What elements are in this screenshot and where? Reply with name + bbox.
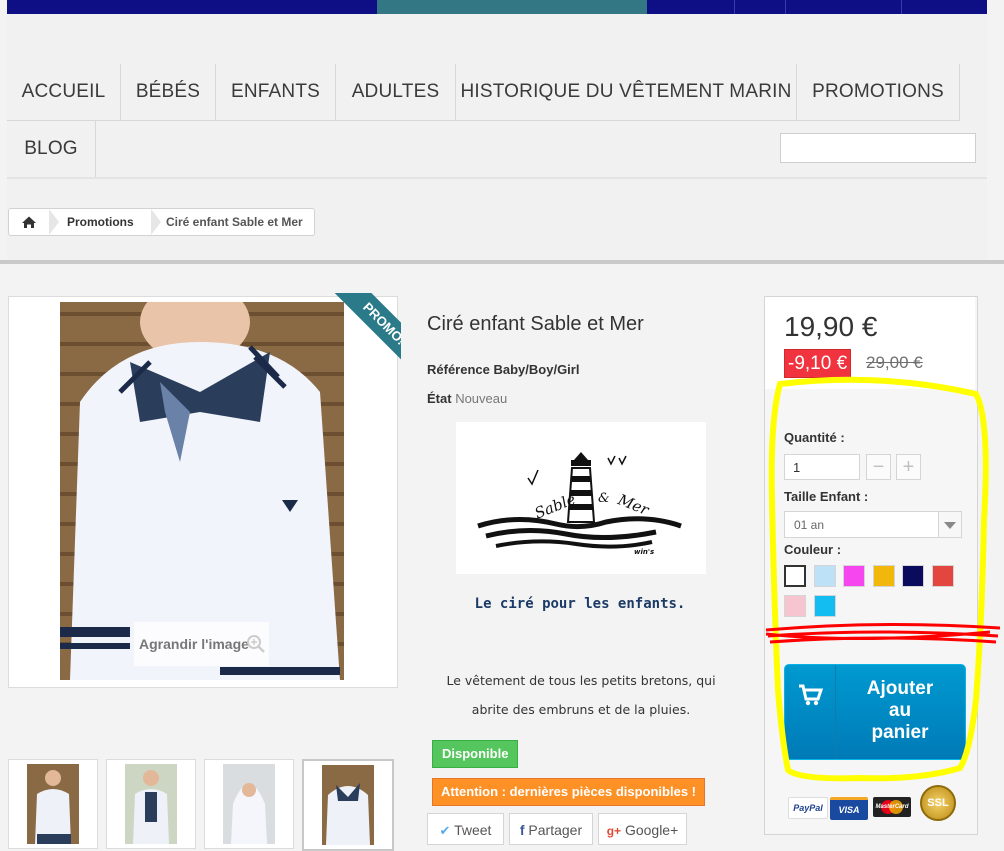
promo-badge: PROMO!	[332, 293, 401, 376]
add-to-cart-line: au	[888, 700, 912, 721]
menu-item-bebes[interactable]: BÉBÉS	[121, 64, 216, 121]
facebook-icon: f	[519, 822, 525, 838]
brand-logo: Sable & Mer win's	[456, 422, 706, 574]
top-bar-active-segment[interactable]	[377, 0, 647, 14]
add-to-cart-label: Ajouter au panier	[835, 678, 965, 744]
enlarge-image-label: Agrandir l'image	[139, 636, 249, 652]
zoom-icon	[247, 635, 265, 653]
logo-text-right: Mer	[614, 490, 652, 519]
add-to-cart-line: panier	[871, 722, 929, 743]
top-bar-divider	[785, 0, 786, 14]
breadcrumb-separator	[151, 209, 161, 235]
quantity-plus-button[interactable]: +	[896, 454, 921, 480]
top-bar-divider	[734, 0, 735, 14]
old-price: 29,00 €	[866, 353, 923, 372]
thumbnail-image	[27, 764, 79, 844]
top-bar-divider	[901, 0, 902, 14]
size-select-value: 01 an	[794, 518, 825, 532]
menu-item-accueil[interactable]: ACCUEIL	[7, 64, 121, 121]
menu-item-historique[interactable]: HISTORIQUE DU VÊTEMENT MARIN	[456, 64, 797, 121]
google-plus-label: Google+	[624, 822, 679, 838]
search-input[interactable]	[780, 133, 976, 163]
reference-value: Baby/Boy/Girl	[493, 362, 580, 377]
description-line: Le vêtement de tous les petits bretons, …	[446, 673, 716, 688]
color-swatch[interactable]	[784, 595, 806, 617]
chevron-down-icon	[938, 512, 961, 537]
add-to-cart-line: Ajouter	[866, 678, 934, 699]
thumbnail-image	[125, 764, 177, 844]
mastercard-label: MasterCard	[875, 804, 909, 810]
paypal-logo: PayPal	[788, 797, 828, 819]
reference-label: Référence	[427, 362, 490, 377]
menu-item-blog[interactable]: BLOG	[7, 121, 96, 178]
visa-logo: VISA	[830, 797, 868, 820]
color-label: Couleur :	[784, 542, 842, 557]
quantity-input[interactable]: 1	[784, 454, 860, 480]
size-label: Taille Enfant :	[784, 489, 869, 504]
product-condition: État Nouveau	[427, 391, 507, 406]
thumbnail-image	[322, 765, 374, 845]
google-plus-icon: g+	[606, 824, 622, 838]
mastercard-logo: MasterCard	[873, 797, 911, 817]
color-swatch[interactable]	[784, 565, 806, 587]
product-tagline: Le ciré pour les enfants.	[474, 596, 686, 612]
menu-divider	[7, 177, 987, 179]
size-select[interactable]: 01 an	[784, 511, 962, 538]
thumbnail[interactable]	[204, 759, 294, 849]
breadcrumb-separator	[49, 209, 59, 235]
thumbnail-active[interactable]	[302, 759, 394, 851]
breadcrumb-item-promotions[interactable]: Promotions	[67, 215, 134, 229]
enlarge-image-button[interactable]: Agrandir l'image	[134, 622, 269, 666]
color-swatch[interactable]	[813, 595, 836, 617]
quantity-minus-button[interactable]: −	[866, 454, 891, 480]
thumbnail[interactable]	[106, 759, 196, 849]
color-swatch[interactable]	[902, 565, 924, 587]
facebook-label: Partager	[528, 822, 583, 838]
breadcrumb: Promotions Ciré enfant Sable et Mer	[8, 208, 315, 236]
color-swatch[interactable]	[872, 565, 895, 587]
discount-badge: -9,10 €	[784, 349, 852, 378]
product-price: 19,90 €	[784, 311, 878, 342]
logo-text-sub: win's	[634, 548, 654, 556]
add-to-cart-button[interactable]: Ajouter au panier	[784, 664, 966, 760]
tweet-button[interactable]: ✔ Tweet	[427, 813, 504, 845]
quantity-label: Quantité :	[784, 430, 845, 445]
thumbnail-image	[223, 764, 275, 844]
product-description: Le vêtement de tous les petits bretons, …	[440, 666, 722, 724]
promo-ribbon: PROMO!	[316, 293, 401, 378]
product-title: Ciré enfant Sable et Mer	[427, 313, 644, 335]
logo-text-amp: &	[598, 491, 610, 506]
ssl-badge-icon: SSL	[920, 785, 956, 821]
condition-label: État	[427, 391, 452, 406]
color-swatch[interactable]	[813, 565, 836, 587]
breadcrumb-item-current: Ciré enfant Sable et Mer	[166, 215, 303, 229]
description-line: abrite des embruns et de la pluies.	[471, 702, 691, 717]
availability-badge: Disponible	[432, 740, 519, 768]
menu-item-promotions[interactable]: PROMOTIONS	[797, 64, 960, 121]
facebook-share-button[interactable]: f Partager	[509, 813, 593, 845]
home-icon[interactable]	[9, 209, 49, 235]
color-swatch[interactable]	[931, 565, 954, 587]
product-reference: Référence Baby/Boy/Girl	[427, 362, 579, 377]
thumbnail[interactable]	[8, 759, 98, 849]
menu-item-adultes[interactable]: ADULTES	[336, 64, 456, 121]
color-swatch[interactable]	[843, 565, 865, 587]
cart-icon	[785, 665, 836, 759]
menu-item-enfants[interactable]: ENFANTS	[216, 64, 336, 121]
tweet-label: Tweet	[454, 822, 492, 838]
condition-value: Nouveau	[455, 391, 508, 406]
twitter-icon: ✔	[439, 823, 451, 838]
google-plus-button[interactable]: g+ Google+	[598, 813, 687, 845]
top-bar	[7, 0, 987, 14]
stock-warning-badge: Attention : dernières pièces disponibles…	[432, 778, 705, 806]
